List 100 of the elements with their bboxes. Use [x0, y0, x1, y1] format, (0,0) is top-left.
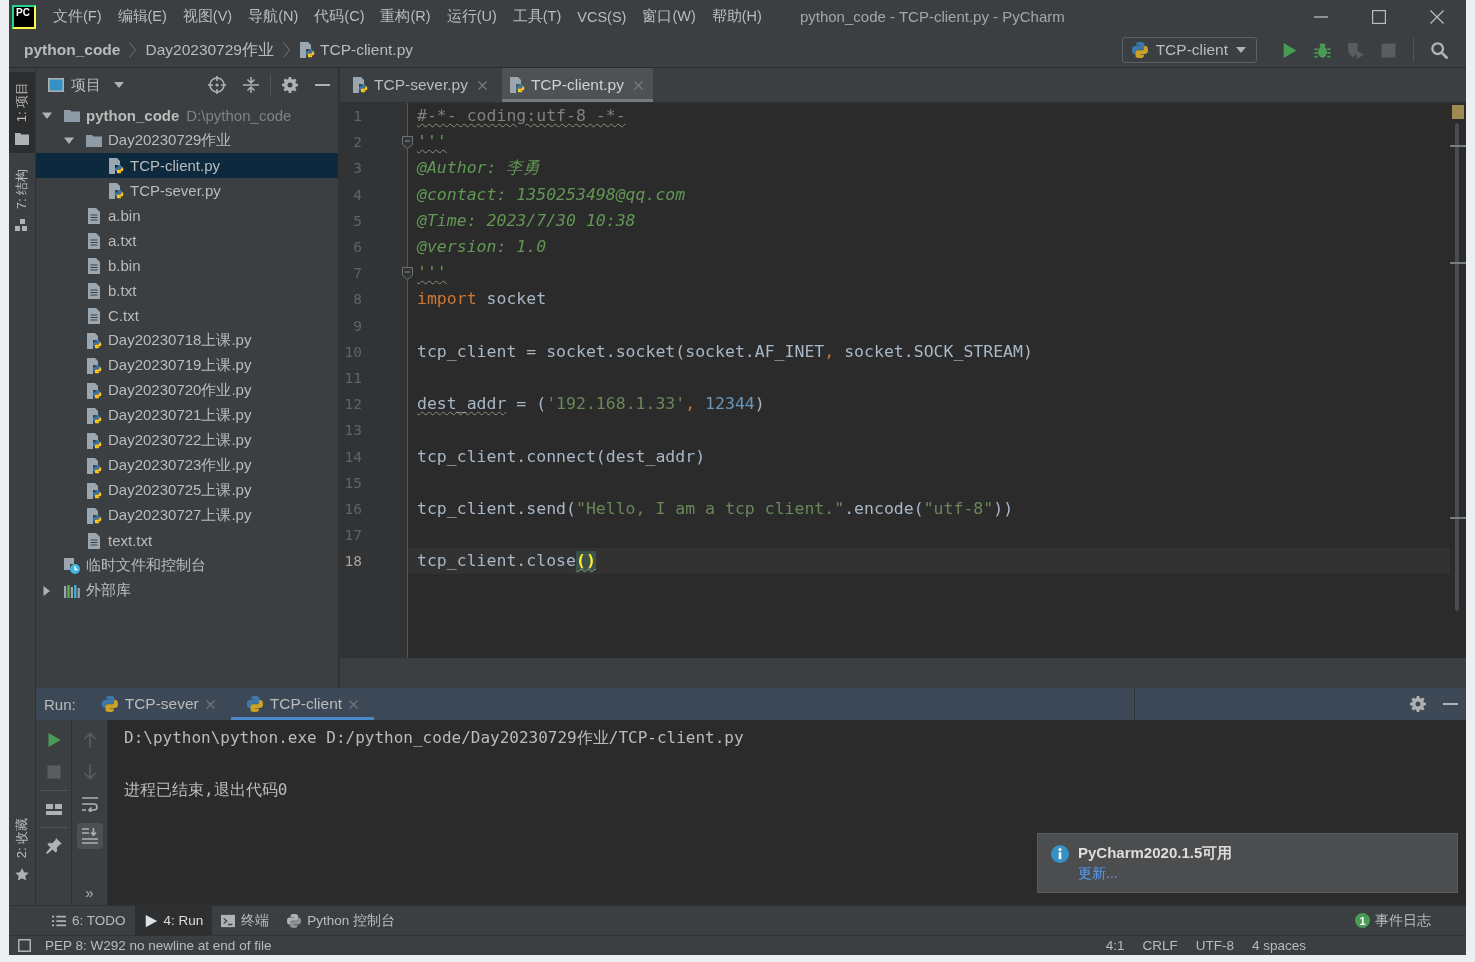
- line-number: 18: [343, 553, 362, 570]
- soft-wrap-icon[interactable]: [81, 796, 98, 812]
- fold-marker-icon[interactable]: [402, 267, 413, 281]
- tool-window-tab[interactable]: 7: 结构: [9, 159, 35, 240]
- tree-item[interactable]: C.txt: [36, 303, 338, 328]
- folder-icon: [86, 132, 102, 149]
- run-label: Run:: [44, 695, 76, 713]
- tree-item[interactable]: TCP-sever.py: [36, 178, 338, 203]
- menu-item[interactable]: 编辑(E): [109, 0, 175, 33]
- status-item[interactable]: 4 spaces: [1251, 938, 1306, 953]
- editor-tab[interactable]: TCP-sever.py: [345, 68, 497, 102]
- menu-item[interactable]: 导航(N): [240, 0, 307, 33]
- info-icon: [1051, 845, 1069, 863]
- menu-item[interactable]: 工具(T): [504, 0, 570, 33]
- menu-item[interactable]: VCS(S): [569, 0, 635, 33]
- tree-item[interactable]: TCP-client.py: [36, 153, 338, 178]
- tree-item[interactable]: Day20230727上课.py: [36, 503, 338, 528]
- tree-item[interactable]: 临时文件和控制台: [36, 553, 338, 578]
- menu-item[interactable]: 重构(R): [372, 0, 439, 33]
- scroll-to-end-icon[interactable]: [76, 823, 103, 849]
- settings-icon[interactable]: [282, 77, 298, 93]
- text-file-icon: [86, 232, 102, 249]
- python-file-icon: [299, 42, 315, 58]
- tree-item[interactable]: b.txt: [36, 278, 338, 303]
- menu-item[interactable]: 文件(F): [45, 0, 110, 33]
- python-logo-icon: [287, 913, 302, 928]
- menu-item[interactable]: 代码(C): [306, 0, 373, 33]
- star-icon: [15, 868, 29, 881]
- status-item[interactable]: UTF-8: [1195, 938, 1234, 953]
- settings-icon[interactable]: [1410, 696, 1426, 712]
- editor-tab[interactable]: TCP-client.py: [501, 68, 653, 102]
- pin-icon[interactable]: [45, 838, 62, 854]
- tree-item[interactable]: Day20230719上课.py: [36, 353, 338, 378]
- blocks-icon: [15, 219, 29, 232]
- update-link[interactable]: 更新...: [1078, 865, 1118, 883]
- close-icon[interactable]: [1430, 9, 1444, 24]
- tool-window-tab[interactable]: 2: 收藏: [9, 808, 35, 889]
- tree-item[interactable]: Day20230721上课.py: [36, 403, 338, 428]
- more-actions[interactable]: »: [85, 885, 94, 901]
- code-line: @version: 1.0: [417, 237, 547, 258]
- status-item[interactable]: CRLF: [1142, 938, 1178, 953]
- close-icon[interactable]: [477, 80, 487, 90]
- tool-window-button[interactable]: 终端: [212, 906, 279, 935]
- python-logo-icon: [1131, 42, 1148, 58]
- tree-item[interactable]: a.bin: [36, 203, 338, 228]
- text-file-icon: [86, 307, 102, 324]
- minimize-icon[interactable]: [1314, 15, 1328, 18]
- tool-window-button[interactable]: Python 控制台: [278, 906, 405, 935]
- tool-window-button[interactable]: 4: Run: [134, 906, 213, 935]
- console-line: 进程已结束,退出代码0: [124, 779, 288, 801]
- menu-item[interactable]: 窗口(W): [634, 0, 704, 33]
- fold-marker-icon[interactable]: [402, 136, 413, 150]
- breadcrumb[interactable]: python_code: [24, 35, 128, 65]
- code-editor[interactable]: [340, 103, 1466, 658]
- tree-item[interactable]: python_code D:\python_code: [36, 103, 338, 128]
- run-configuration-dropdown[interactable]: TCP-client: [1121, 37, 1257, 63]
- maximize-icon[interactable]: [1372, 9, 1386, 24]
- scratch-file-icon: [64, 557, 80, 574]
- tree-item[interactable]: Day20230722上课.py: [36, 428, 338, 453]
- run-tab[interactable]: TCP-sever: [85, 688, 231, 720]
- code-line: dest_addr = ('192.168.1.33', 12344): [417, 394, 765, 415]
- breadcrumb[interactable]: TCP-client.py: [320, 35, 420, 65]
- tree-item[interactable]: Day20230729作业: [36, 128, 338, 153]
- text-file-icon: [86, 257, 102, 274]
- python-file-icon: [86, 407, 102, 424]
- collapse-all-icon[interactable]: [243, 77, 259, 93]
- tree-item[interactable]: Day20230723作业.py: [36, 453, 338, 478]
- menu-item[interactable]: 视图(V): [174, 0, 241, 33]
- folder-icon: [64, 107, 80, 124]
- list-icon: [52, 913, 66, 928]
- tree-item[interactable]: Day20230718上课.py: [36, 328, 338, 353]
- menu-item[interactable]: 运行(U): [438, 0, 505, 33]
- tree-item[interactable]: a.txt: [36, 228, 338, 253]
- tree-item[interactable]: Day20230725上课.py: [36, 478, 338, 503]
- layout-icon[interactable]: [45, 801, 62, 817]
- tree-item[interactable]: b.bin: [36, 253, 338, 278]
- tool-window-tab[interactable]: 1: 项目: [9, 72, 35, 153]
- run-icon[interactable]: [1281, 41, 1298, 59]
- tree-item[interactable]: Day20230720作业.py: [36, 378, 338, 403]
- project-view-dropdown[interactable]: 项目: [48, 70, 124, 100]
- code-line: @Time: 2023/7/30 10:38: [417, 210, 636, 231]
- event-log-button[interactable]: 1 事件日志: [1346, 906, 1440, 935]
- search-icon[interactable]: [1431, 41, 1448, 59]
- tree-item[interactable]: 外部库: [36, 578, 338, 603]
- status-item[interactable]: 4:1: [1105, 938, 1125, 953]
- event-count-badge: 1: [1355, 913, 1370, 928]
- console-line: D:\python\python.exe D:/python_code/Day20230729作业/TCP-client.py: [124, 727, 744, 749]
- code-line: tcp_client.send("Hello, I am a tcp client.".encode("utf-8")): [417, 498, 1014, 519]
- locate-icon[interactable]: [208, 76, 226, 94]
- menu-item[interactable]: 帮助(H): [703, 0, 770, 33]
- window-icon: [48, 78, 64, 92]
- breadcrumb[interactable]: Day20230729作业: [145, 35, 281, 65]
- project-path: D:\python_code: [186, 107, 292, 124]
- play-icon: [143, 913, 158, 928]
- square-icon[interactable]: [18, 939, 31, 952]
- tool-window-button[interactable]: 6: TODO: [43, 906, 135, 935]
- bug-icon[interactable]: [1314, 41, 1331, 59]
- tree-item[interactable]: text.txt: [36, 528, 338, 553]
- window-title: python_code - TCP-client.py - PyCharm: [799, 8, 1065, 25]
- scrollbar-thumb[interactable]: [1455, 123, 1459, 611]
